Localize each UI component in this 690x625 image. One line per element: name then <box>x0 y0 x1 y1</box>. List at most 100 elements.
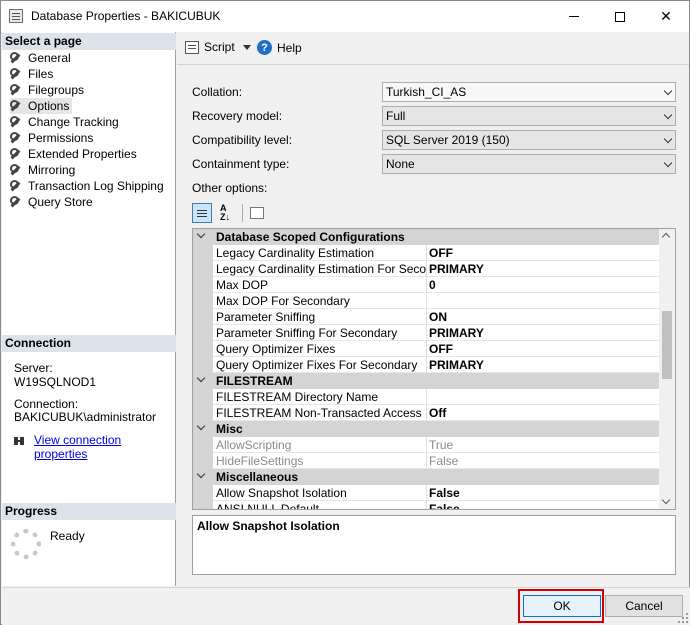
grid-property-row[interactable]: FILESTREAM Non-Transacted Access Off <box>193 405 661 421</box>
grid-property-row[interactable]: Max DOP 0 <box>193 277 661 293</box>
grid-property-row[interactable]: ANSI NULL Default False <box>193 501 661 509</box>
select-page-header: Select a page <box>2 33 176 50</box>
page-label: Filegroups <box>28 83 85 97</box>
page-label: Options <box>28 99 70 113</box>
row-gutter <box>193 277 213 293</box>
chevron-down-icon[interactable] <box>196 421 206 431</box>
scroll-up-icon[interactable] <box>661 232 671 242</box>
page-query-store[interactable]: Query Store <box>10 194 93 210</box>
page-extended-properties[interactable]: Extended Properties <box>10 146 137 162</box>
page-label: Files <box>28 67 54 81</box>
property-name: Parameter Sniffing For Secondary <box>216 326 398 340</box>
close-button[interactable]: ✕ <box>643 1 689 32</box>
chevron-down-icon <box>663 158 673 168</box>
column-divider <box>426 309 427 325</box>
grid-property-row[interactable]: Query Optimizer Fixes OFF <box>193 341 661 357</box>
script-button[interactable]: Script <box>185 40 251 54</box>
scroll-thumb[interactable] <box>662 311 672 379</box>
property-name: FILESTREAM Non-Transacted Access <box>216 406 422 420</box>
property-value[interactable]: False <box>429 454 458 468</box>
maximize-button[interactable] <box>597 1 643 32</box>
property-value[interactable]: Off <box>429 406 446 420</box>
page-general[interactable]: General <box>10 50 71 66</box>
grid-category-row[interactable]: Database Scoped Configurations <box>193 229 661 245</box>
button-bar: OK Cancel <box>2 587 690 625</box>
property-value[interactable]: ON <box>429 310 447 324</box>
property-name: AllowScripting <box>216 438 292 452</box>
row-gutter <box>193 245 213 261</box>
grid-category-row[interactable]: FILESTREAM <box>193 373 661 389</box>
grid-scrollbar[interactable] <box>659 229 675 509</box>
grid-property-row[interactable]: Legacy Cardinality Estimation OFF <box>193 245 661 261</box>
page-options[interactable]: Options <box>10 98 73 114</box>
grid-property-row[interactable]: Parameter Sniffing ON <box>193 309 661 325</box>
toolbar-divider <box>242 204 243 222</box>
grid-category-row[interactable]: Misc <box>193 421 661 437</box>
alphabetical-sort-icon[interactable]: A Z↓ <box>215 203 235 223</box>
chevron-down-icon[interactable] <box>196 373 206 383</box>
property-value[interactable]: False <box>429 486 460 500</box>
minimize-button[interactable] <box>551 1 597 32</box>
column-divider <box>426 325 427 341</box>
property-name: Parameter Sniffing <box>216 310 316 324</box>
scroll-down-icon[interactable] <box>661 495 671 505</box>
collation-value: Turkish_CI_AS <box>386 85 467 99</box>
window-title: Database Properties - BAKICUBUK <box>31 9 221 23</box>
grid-property-row[interactable]: FILESTREAM Directory Name <box>193 389 661 405</box>
categorized-view-button[interactable] <box>192 203 212 223</box>
wrench-icon <box>10 100 22 112</box>
containment-type-value: None <box>386 157 415 171</box>
compatibility-level-value: SQL Server 2019 (150) <box>386 133 510 147</box>
property-value[interactable]: OFF <box>429 246 453 260</box>
property-value[interactable]: PRIMARY <box>429 358 484 372</box>
grid-property-row[interactable]: Query Optimizer Fixes For Secondary PRIMA… <box>193 357 661 373</box>
property-value[interactable]: False <box>429 502 460 509</box>
grid-property-row[interactable]: Allow Snapshot Isolation False <box>193 485 661 501</box>
grid-property-row[interactable]: Max DOP For Secondary <box>193 293 661 309</box>
property-pages-button[interactable] <box>247 203 267 223</box>
category-label: FILESTREAM <box>216 374 293 388</box>
grid-property-row[interactable]: Parameter Sniffing For Secondary PRIMARY <box>193 325 661 341</box>
row-gutter <box>193 485 213 501</box>
column-divider <box>426 245 427 261</box>
property-value[interactable]: OFF <box>429 342 453 356</box>
cancel-button[interactable]: Cancel <box>605 595 683 617</box>
chevron-down-icon[interactable] <box>196 229 206 239</box>
page-mirroring[interactable]: Mirroring <box>10 162 75 178</box>
connection-properties-icon <box>14 435 28 447</box>
grid-property-row[interactable]: Legacy Cardinality Estimation For Second… <box>193 261 661 277</box>
resize-grip[interactable] <box>678 613 688 623</box>
collation-select[interactable]: Turkish_CI_AS <box>382 82 676 102</box>
compatibility-level-select[interactable]: SQL Server 2019 (150) <box>382 130 676 150</box>
row-gutter <box>193 437 213 453</box>
page-filegroups[interactable]: Filegroups <box>10 82 84 98</box>
toolbar: Script ? Help <box>177 32 689 65</box>
chevron-down-icon[interactable] <box>196 469 206 479</box>
grid-category-row[interactable]: Miscellaneous <box>193 469 661 485</box>
maximize-icon <box>615 11 625 22</box>
containment-type-select[interactable]: None <box>382 154 676 174</box>
grid-property-row[interactable]: AllowScripting True <box>193 437 661 453</box>
recovery-model-select[interactable]: Full <box>382 106 676 126</box>
page-change-tracking[interactable]: Change Tracking <box>10 114 119 130</box>
property-value[interactable]: 0 <box>429 278 436 292</box>
wrench-icon <box>10 180 22 192</box>
view-connection-properties-link[interactable]: View connection properties <box>34 433 175 461</box>
compatibility-level-label: Compatibility level: <box>192 133 293 147</box>
help-button[interactable]: ? Help <box>257 40 302 55</box>
wrench-icon <box>10 68 22 80</box>
page-files[interactable]: Files <box>10 66 53 82</box>
script-label: Script <box>204 40 235 54</box>
property-value[interactable]: True <box>429 438 453 452</box>
grid-property-row[interactable]: HideFileSettings False <box>193 453 661 469</box>
property-value[interactable]: PRIMARY <box>429 326 484 340</box>
wrench-icon <box>10 116 22 128</box>
property-grid[interactable]: ANSI NULL Default False Allow Snapshot Iso… <box>192 228 676 510</box>
ok-button[interactable]: OK <box>523 595 601 617</box>
page-permissions[interactable]: Permissions <box>10 130 93 146</box>
row-gutter <box>193 325 213 341</box>
property-value[interactable]: PRIMARY <box>429 262 484 276</box>
page-label: Extended Properties <box>28 147 137 161</box>
page-label: Transaction Log Shipping <box>28 179 164 193</box>
page-transaction-log-shipping[interactable]: Transaction Log Shipping <box>10 178 164 194</box>
